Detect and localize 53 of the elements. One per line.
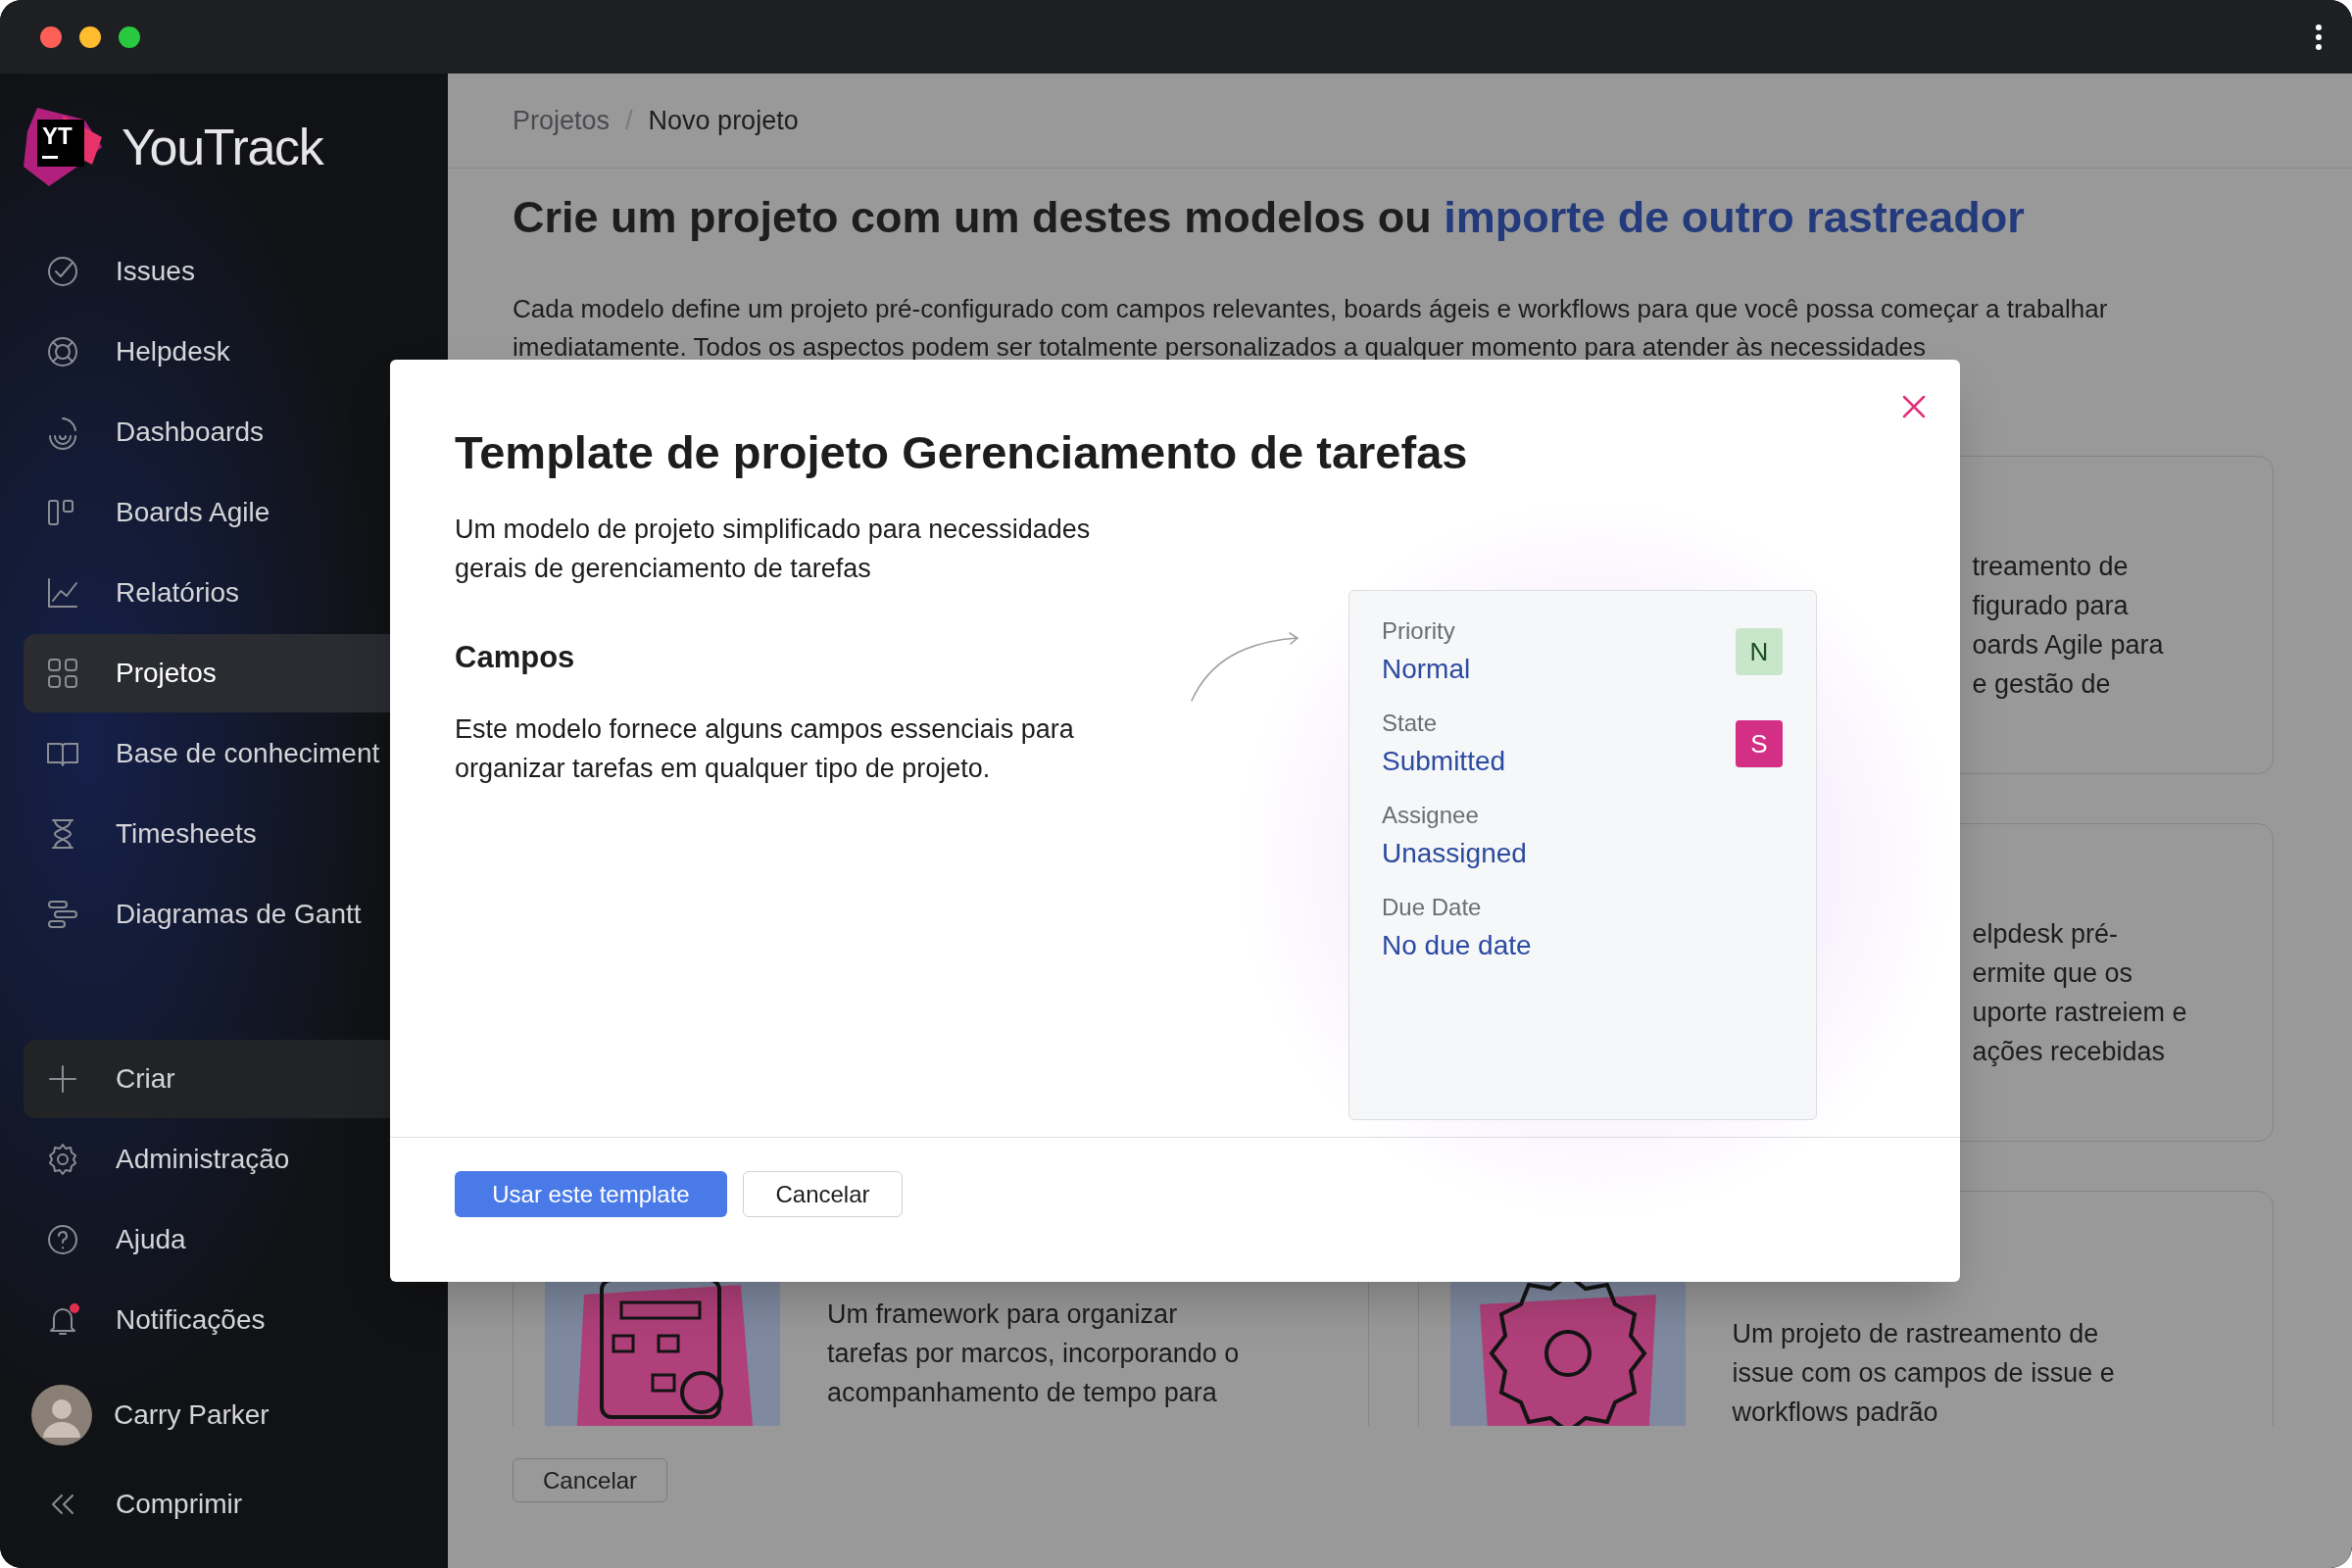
app-logo[interactable]: YT [24,108,102,186]
curved-arrow-icon [1190,632,1301,703]
card-description: Um projeto de rastreamento de issue com os campos de issue e workflows padrão [1732,1318,2115,1426]
field-label: Assignee [1382,801,1480,830]
app-name: YouTrack [122,118,323,177]
collapse-button[interactable]: Comprimir [24,1465,424,1544]
card-description: Um framework para organizar tarefas por marcos, incorporando o acompanhamento de tempo para [827,1298,1240,1409]
breadcrumb-separator: / [625,104,633,137]
section-description: Este modelo fornece alguns campos essenciais para organizar tarefas em qualquer tipo de projeto. [455,713,1075,785]
sidebar-item[interactable]: Helpdesk [24,313,424,391]
field-label: Priority [1382,616,1456,646]
page-description: Cada modelo define um projeto pré-configurado com campos relevantes, boards ágeis e workflows para que você possa começar a trabalhar imediatamente. Todos os aspectos podem ser totalmente personalizados a qualquer momento para atender às necessidades [513,293,2109,364]
use-template-button[interactable]: Usar este template [455,1171,727,1217]
dialog-title: Template de projeto Gerenciamento de tarefas [455,425,1469,480]
sidebar-item[interactable]: Diagramas de Gantt [24,875,424,954]
import-link[interactable]: importe de outro rastreador [1444,192,2025,242]
field-label: State [1382,709,1439,738]
sidebar-item[interactable]: Issues [24,232,424,311]
sidebar-item[interactable]: Dashboards [24,393,424,471]
sidebar-item[interactable]: Administração [24,1120,424,1199]
line-chart-icon [45,575,80,611]
card-description: treamento de figurado para oards Agile para e gestão de [1972,551,2165,701]
field-label: Due Date [1382,893,1483,922]
field-badge: N [1736,628,1783,675]
close-icon[interactable] [1902,395,1926,418]
close-button[interactable] [40,25,62,48]
lifebuoy-icon [45,334,80,369]
user-profile[interactable]: Carry Parker [24,1371,424,1459]
breadcrumb-link[interactable]: Novo projeto [648,100,799,141]
field-value[interactable]: Submitted [1382,744,1506,779]
sidebar-item[interactable]: Relatórios [24,554,424,632]
card-description: elpdesk pré- ermite que os uporte rastreiem e ações recebidas [1972,918,2188,1068]
grid-icon [45,656,80,691]
field-value[interactable]: No due date [1382,928,1532,963]
sidebar-item[interactable]: Ajuda [24,1200,424,1279]
sidebar-item[interactable]: Base de conheciment [24,714,424,793]
avatar-icon [31,1385,92,1446]
field-badge: S [1736,720,1783,767]
more-icon[interactable] [2315,24,2323,50]
cancel-button[interactable]: Cancelar [513,1458,668,1502]
field-value[interactable]: Normal [1382,652,1471,687]
zoom-button[interactable] [119,25,140,48]
dialog-description: Um modelo de projeto simplificado para necessidades gerais de gerenciamento de tarefas [455,514,1092,585]
sidebar-item[interactable]: Boards Agile [24,473,424,552]
help-icon [45,1222,80,1257]
check-circle-icon [45,254,80,289]
cancel-button[interactable]: Cancelar [743,1171,903,1217]
page-heading: Crie um projeto com um destes modelos ou importe de outro rastreador [513,191,2026,244]
minimize-button[interactable] [79,25,101,48]
sidebar-item[interactable]: Timesheets [24,795,424,873]
sidebar-item[interactable]: Notificações [24,1281,424,1359]
field-value[interactable]: Unassigned [1382,836,1527,871]
section-title: Campos [455,639,576,676]
